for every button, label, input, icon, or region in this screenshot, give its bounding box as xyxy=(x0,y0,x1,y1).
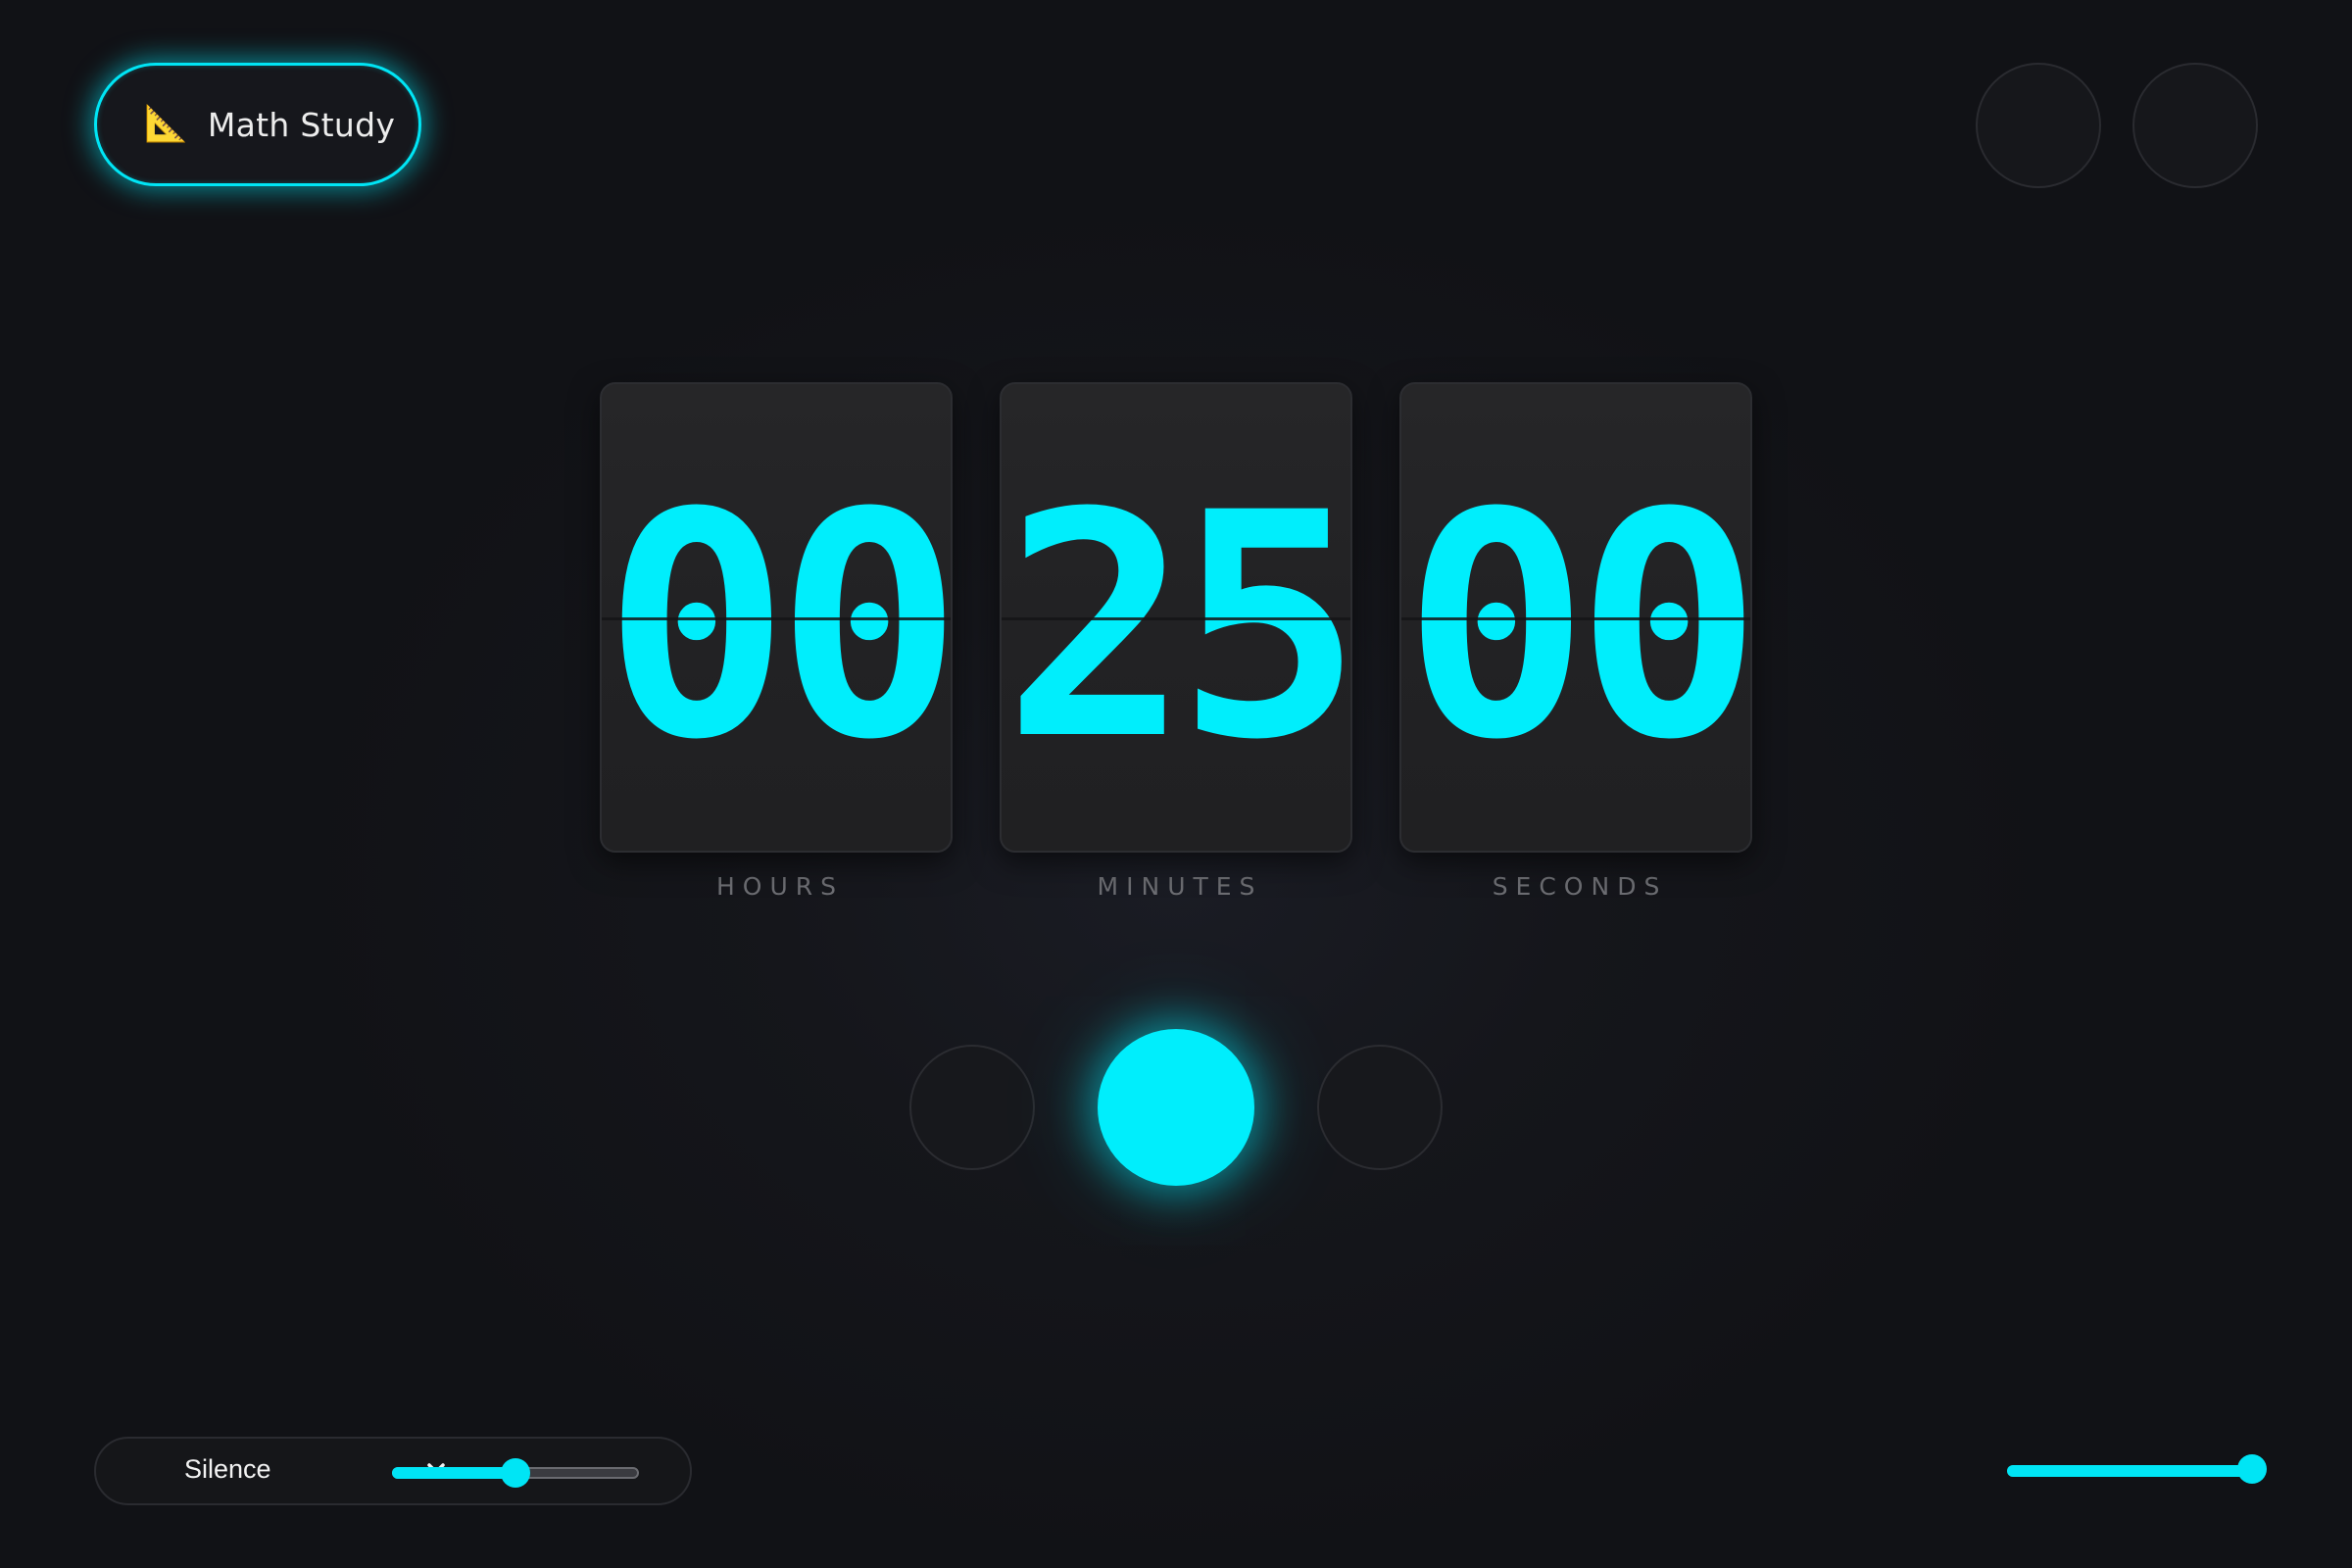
seconds-card: 00 xyxy=(1399,382,1763,853)
top-right-button-2[interactable] xyxy=(2132,63,2258,188)
card-seam xyxy=(1401,617,1750,620)
sound-select-value: Silence xyxy=(184,1454,271,1484)
flip-clock: 00 HOURS 25 MINUTES 00 SECONDS xyxy=(600,382,1763,901)
hours-card: 00 xyxy=(600,382,963,853)
minutes-unit: 25 MINUTES xyxy=(1000,382,1363,901)
minutes-card: 25 xyxy=(1000,382,1363,853)
triangular-ruler-icon: 📐 xyxy=(144,104,188,144)
ambient-sound-bar: Silence xyxy=(94,1437,692,1505)
skip-button[interactable] xyxy=(1317,1045,1443,1170)
minutes-label: MINUTES xyxy=(1097,872,1263,901)
volume-slider-handle[interactable] xyxy=(501,1458,530,1488)
secondary-slider-fill xyxy=(2007,1465,2254,1477)
card-seam xyxy=(602,617,951,620)
start-button[interactable] xyxy=(1098,1029,1254,1186)
minutes-digits: 25 xyxy=(1003,447,1363,808)
card-seam xyxy=(1002,617,1350,620)
volume-slider-fill xyxy=(392,1467,515,1479)
secondary-slider[interactable] xyxy=(2007,1454,2267,1484)
focus-timer-screen: 📐 Math Study 00 HOURS 25 MINUTES 00 SECO… xyxy=(0,0,2352,1568)
seconds-digits: 00 xyxy=(1402,447,1763,808)
hours-digits: 00 xyxy=(603,447,963,808)
secondary-slider-handle[interactable] xyxy=(2237,1454,2267,1484)
session-label: Math Study xyxy=(207,105,396,144)
seconds-label: SECONDS xyxy=(1492,872,1668,901)
volume-slider[interactable] xyxy=(392,1458,639,1488)
top-right-button-1[interactable] xyxy=(1976,63,2101,188)
hours-unit: 00 HOURS xyxy=(600,382,963,901)
session-selector-button[interactable]: 📐 Math Study xyxy=(94,63,421,186)
seconds-unit: 00 SECONDS xyxy=(1399,382,1763,901)
hours-label: HOURS xyxy=(715,872,844,901)
reset-button[interactable] xyxy=(909,1045,1035,1170)
